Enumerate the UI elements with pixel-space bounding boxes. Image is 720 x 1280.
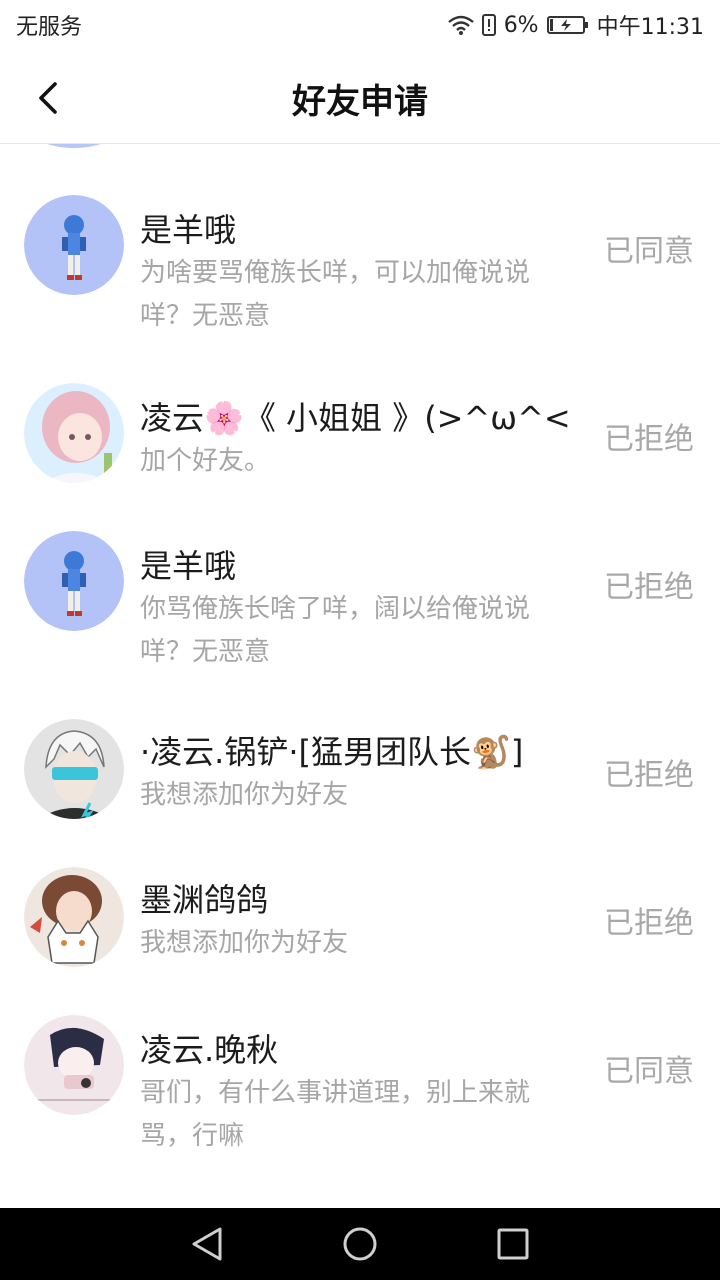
list-item[interactable]: 凌云🌸《 小姐姐 》(>^ω^< 加个好友。 已拒绝 xyxy=(0,364,720,494)
square-recents-icon xyxy=(497,1228,529,1260)
list-item[interactable]: 是羊哦 为啥要骂俺族长咩，可以加俺说说咩？无恶意 已同意 xyxy=(0,188,720,348)
nav-recents-button[interactable] xyxy=(483,1214,543,1274)
anime-blue-hair-avatar-icon xyxy=(24,195,124,295)
avatar[interactable] xyxy=(24,195,124,295)
list-item[interactable]: ·凌云.锅铲·[猛男团队长🐒] 我想添加你为好友 已拒绝 xyxy=(0,704,720,834)
nav-back-button[interactable] xyxy=(177,1214,237,1274)
anime-blue-hair-avatar-icon xyxy=(24,531,124,631)
cyber-visor-avatar-icon xyxy=(24,719,124,819)
requester-name: 是羊哦 xyxy=(140,211,237,249)
avatar[interactable] xyxy=(24,719,124,819)
list-item[interactable]: 是羊哦 你骂俺族长啥了咩，阔以给俺说说咩？无恶意 已拒绝 xyxy=(0,524,720,684)
request-text: 墨渊鸽鸽 我想添加你为好友 xyxy=(140,878,570,965)
status-bar: 无服务 6% 中午11:31 xyxy=(0,0,720,50)
request-text: 是羊哦 你骂俺族长啥了咩，阔以给俺说说咩？无恶意 xyxy=(140,544,570,674)
requester-name: 凌云.晚秋 xyxy=(140,1031,279,1069)
request-text: 凌云🌸《 小姐姐 》(>^ω^< 加个好友。 xyxy=(140,396,571,483)
friend-request-list[interactable]: 是羊哦 为啥要骂俺族长咩，可以加俺说说咩？无恶意 已同意 凌云🌸《 小姐姐 》(… xyxy=(0,144,720,1208)
anime-brown-hair-cat-avatar-icon xyxy=(24,867,124,967)
header: 好友申请 xyxy=(0,50,720,144)
status-badge: 已同意 xyxy=(604,1054,694,1089)
request-message: 加个好友。 xyxy=(140,446,271,476)
status-badge: 已同意 xyxy=(604,234,694,269)
klasse14-avatar-icon xyxy=(24,1015,124,1115)
request-message: 哥们，有什么事讲道理，别上来就骂，行嘛 xyxy=(140,1078,531,1151)
request-text: 是羊哦 为啥要骂俺族长咩，可以加俺说说咩？无恶意 xyxy=(140,208,570,338)
system-nav-bar xyxy=(0,1208,720,1280)
status-badge: 已拒绝 xyxy=(604,422,694,457)
nav-home-button[interactable] xyxy=(330,1214,390,1274)
requester-name: 是羊哦 xyxy=(140,547,237,585)
request-text: 凌云.晚秋 哥们，有什么事讲道理，别上来就骂，行嘛 xyxy=(140,1028,570,1158)
carrier-label: 无服务 xyxy=(16,15,83,40)
list-item[interactable]: 凌云.晚秋 哥们，有什么事讲道理，别上来就骂，行嘛 已同意 xyxy=(0,1000,720,1170)
request-message: 我想添加你为好友 xyxy=(140,928,349,958)
battery-percent: 6% xyxy=(503,12,539,38)
circle-home-icon xyxy=(343,1227,377,1261)
battery-charging-icon xyxy=(546,15,589,35)
status-icons: 6% 中午11:31 xyxy=(447,9,704,41)
avatar[interactable] xyxy=(24,1015,124,1115)
avatar[interactable] xyxy=(24,383,124,483)
avatar[interactable] xyxy=(24,531,124,631)
wifi-icon xyxy=(447,15,474,35)
requester-name: 凌云🌸《 小姐姐 》(>^ω^< xyxy=(140,399,571,437)
phone-alert-icon xyxy=(481,14,496,36)
avatar xyxy=(24,144,124,148)
list-item[interactable]: 墨渊鸽鸽 我想添加你为好友 已拒绝 xyxy=(0,852,720,982)
anime-pink-hair-avatar-icon xyxy=(24,383,124,483)
status-badge: 已拒绝 xyxy=(604,906,694,941)
requester-name: 墨渊鸽鸽 xyxy=(140,881,269,919)
triangle-back-icon xyxy=(192,1227,222,1261)
requester-name: ·凌云.锅铲·[猛男团队长🐒] xyxy=(140,733,524,771)
status-badge: 已拒绝 xyxy=(604,570,694,605)
request-message: 为啥要骂俺族长咩，可以加俺说说咩？无恶意 xyxy=(140,258,531,331)
request-text: ·凌云.锅铲·[猛男团队长🐒] 我想添加你为好友 xyxy=(140,730,570,817)
status-badge: 已拒绝 xyxy=(604,758,694,793)
clock: 中午11:31 xyxy=(596,15,704,40)
request-message: 你骂俺族长啥了咩，阔以给俺说说咩？无恶意 xyxy=(140,594,531,667)
page-title: 好友申请 xyxy=(292,82,428,122)
request-message: 我想添加你为好友 xyxy=(140,780,349,810)
avatar[interactable] xyxy=(24,867,124,967)
